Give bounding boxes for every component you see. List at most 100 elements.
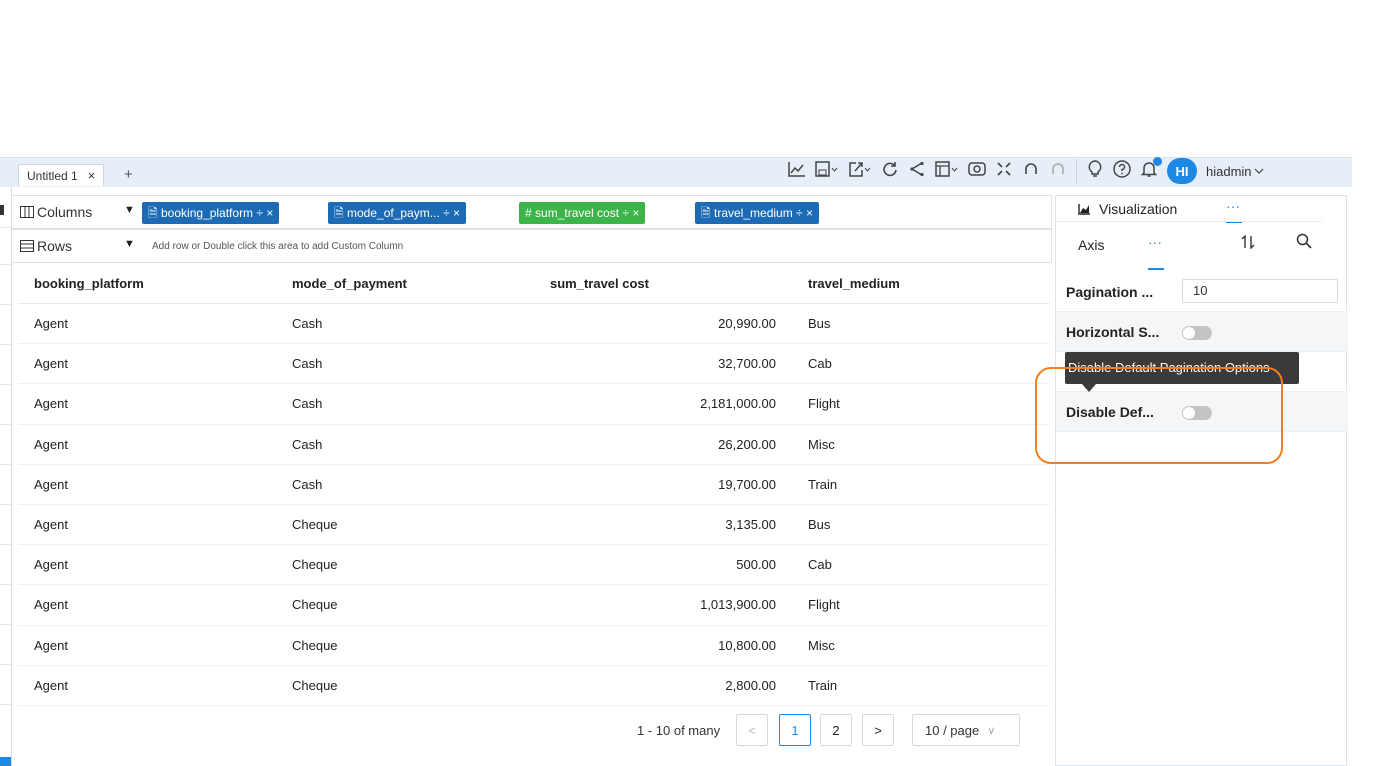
avatar[interactable]: HI (1167, 158, 1197, 184)
export-icon[interactable] (848, 161, 872, 182)
dimension-icon: 🗎 (148, 206, 158, 220)
table-cell: Train (808, 476, 838, 492)
line-chart-icon[interactable] (788, 161, 806, 182)
property-label: Pagination ... (1066, 284, 1154, 300)
table-cell: Bus (808, 517, 831, 533)
table-row[interactable]: Agent Cash 20,990.00 Bus (18, 304, 1050, 345)
rows-shelf[interactable]: Rows ▼ Add row or Double click this area… (12, 229, 1052, 263)
rows-label: Rows (20, 238, 72, 254)
column-header[interactable]: travel_medium (792, 276, 1050, 291)
search-icon[interactable] (1296, 233, 1312, 254)
sort-icon[interactable] (1240, 234, 1256, 253)
table-row[interactable]: Agent Cheque 3,135.00 Bus (18, 505, 1050, 546)
pill-travel-medium[interactable]: 🗎 travel_medium ÷ × (695, 202, 819, 224)
table-row[interactable]: Agent Cash 26,200.00 Misc (18, 425, 1050, 465)
table-cell: 26,200.00 (718, 436, 776, 452)
pill-label: sum_travel cost (535, 206, 620, 220)
pill-sum-travel-cost[interactable]: # sum_travel cost ÷ × (519, 202, 646, 224)
table-cell: Misc (808, 637, 835, 653)
properties-panel: Visualization ··· Axis ··· Pagination ..… (1055, 195, 1348, 766)
pill-label: booking_platform (161, 206, 254, 220)
column-header[interactable]: mode_of_payment (276, 276, 534, 291)
table-row[interactable]: Agent Cheque 1,013,900.00 Flight (18, 585, 1050, 626)
column-header[interactable]: booking_platform (18, 276, 276, 291)
table-cell: Cash (292, 356, 323, 372)
username: hiadmin (1206, 163, 1252, 179)
share-icon[interactable] (908, 161, 926, 182)
table-row[interactable]: Agent Cheque 10,800.00 Misc (18, 626, 1050, 666)
table-cell: Agent (34, 517, 68, 533)
page-2-button[interactable]: 2 (820, 714, 852, 746)
user-menu[interactable]: hiadmin (1206, 164, 1264, 179)
dimension-icon: 🗎 (334, 206, 344, 220)
tab-untitled-1[interactable]: Untitled 1 × (18, 164, 105, 186)
highlight-annotation (1035, 367, 1283, 464)
table-cell: Misc (808, 436, 835, 452)
table-cell: Cash (292, 316, 323, 332)
columns-icon (20, 206, 34, 218)
undo-icon[interactable] (1022, 161, 1040, 182)
pill-mode-of-payment[interactable]: 🗎 mode_of_paym... ÷ × (328, 202, 466, 224)
table-row[interactable]: Agent Cheque 2,800.00 Train (18, 666, 1050, 706)
table-cell: 1,013,900.00 (700, 597, 776, 613)
close-tab-icon[interactable]: × (88, 168, 96, 183)
tab-axis-more-underline (1148, 268, 1164, 270)
rows-hint: Add row or Double click this area to add… (152, 241, 404, 252)
tab-axis[interactable]: Axis (1078, 237, 1104, 253)
tab-visualization[interactable]: Visualization (1078, 201, 1177, 217)
rows-label-text: Rows (37, 238, 73, 254)
table-cell: 3,135.00 (725, 517, 776, 533)
table-cell: Flight (808, 396, 840, 412)
pill-actions[interactable]: ÷ × (443, 206, 460, 220)
chevron-down-icon: ∨ (987, 724, 996, 737)
pagination-size-input[interactable]: 10 (1182, 279, 1338, 303)
table-header: booking_platform mode_of_payment sum_tra… (18, 264, 1050, 304)
page-size-select[interactable]: 10 / page ∨ (912, 714, 1020, 746)
table-cell: Cheque (292, 677, 338, 693)
add-tab-button[interactable]: + (124, 166, 133, 183)
next-page-button[interactable]: > (862, 714, 894, 746)
table-row[interactable]: Agent Cash 2,181,000.00 Flight (18, 384, 1050, 425)
lightbulb-icon[interactable] (1086, 159, 1104, 183)
table-row[interactable]: Agent Cash 32,700.00 Cab (18, 344, 1050, 385)
panel-tab-divider (1056, 221, 1322, 222)
pill-booking-platform[interactable]: 🗎 booking_platform ÷ × (142, 202, 280, 224)
bell-icon[interactable] (1140, 156, 1162, 183)
columns-dropdown-icon[interactable]: ▼ (124, 204, 135, 216)
table-cell: 2,800.00 (725, 677, 776, 693)
data-grid: booking_platform mode_of_payment sum_tra… (18, 264, 1050, 706)
tab-more[interactable]: ··· (1226, 198, 1240, 214)
columns-shelf[interactable]: Columns ▼ 🗎 booking_platform ÷ × 🗎 mode_… (12, 195, 1052, 229)
page-1-button[interactable]: 1 (779, 714, 811, 746)
table-cell: Cheque (292, 597, 338, 613)
left-edge-marker (0, 205, 4, 215)
left-edge-active (0, 757, 11, 766)
refresh-icon[interactable] (881, 161, 899, 182)
preview-icon[interactable] (968, 161, 986, 182)
table-cell: Cheque (292, 517, 338, 533)
pill-actions[interactable]: ÷ × (796, 206, 813, 220)
table-cell: Agent (34, 557, 68, 573)
area-chart-icon (1078, 204, 1090, 215)
prev-page-button[interactable]: < (736, 714, 768, 746)
table-body: Agent Cash 20,990.00 Bus Agent Cash 32,700.00 C… (18, 304, 1050, 706)
notification-dot (1153, 156, 1162, 166)
table-row[interactable]: Agent Cash 19,700.00 Train (18, 465, 1050, 505)
table-row[interactable]: Agent Cheque 500.00 Cab (18, 545, 1050, 586)
table-cell: Cheque (292, 557, 338, 573)
fullscreen-icon[interactable] (995, 161, 1013, 182)
table-cell: 32,700.00 (718, 356, 776, 372)
tab-axis-more[interactable]: ··· (1148, 234, 1162, 250)
page-size-value: 10 / page (925, 722, 980, 738)
horizontal-scroll-toggle[interactable] (1182, 326, 1212, 340)
help-icon[interactable] (1113, 159, 1131, 183)
layout-icon[interactable] (935, 160, 959, 182)
pill-actions[interactable]: ÷ × (256, 206, 273, 220)
column-header[interactable]: sum_travel cost (534, 276, 792, 291)
pill-actions[interactable]: ÷ × (622, 206, 639, 220)
rows-dropdown-icon[interactable]: ▼ (124, 238, 135, 250)
table-cell: 2,181,000.00 (700, 396, 776, 412)
table-cell: Agent (34, 476, 68, 492)
redo-icon[interactable] (1049, 161, 1067, 182)
save-icon[interactable] (815, 160, 839, 182)
